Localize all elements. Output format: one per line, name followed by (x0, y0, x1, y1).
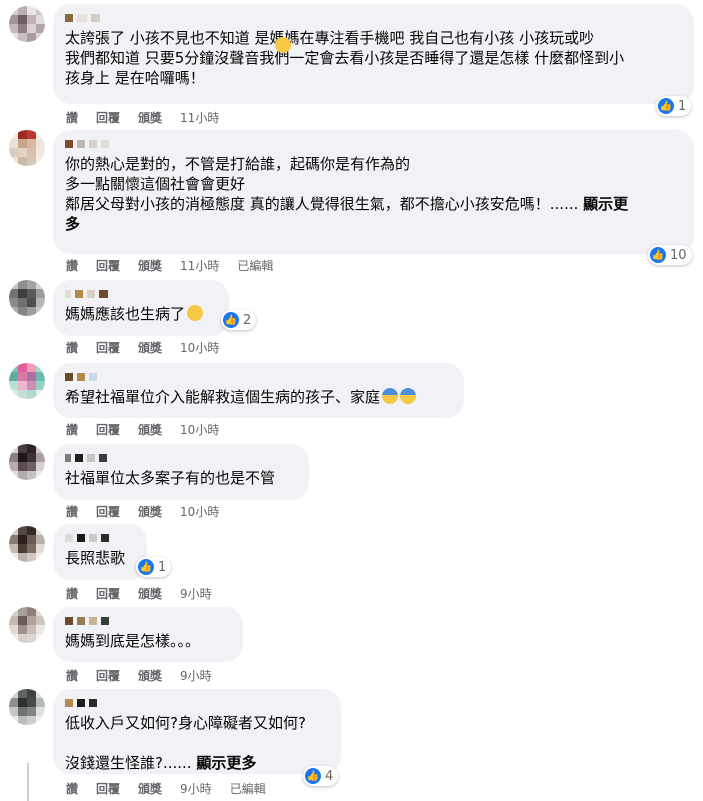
avatar[interactable] (9, 130, 45, 166)
commenter-name[interactable] (65, 12, 682, 24)
avatar[interactable] (9, 607, 45, 643)
award-button[interactable]: 頒獎 (138, 257, 162, 274)
commenter-name[interactable] (65, 615, 231, 627)
edited-label: 已編輯 (237, 259, 274, 273)
reaction-count[interactable]: 👍 1 (656, 96, 692, 116)
reply-button[interactable]: 回覆 (96, 780, 120, 797)
see-more-link[interactable]: 顯示更多 (196, 754, 256, 772)
like-button[interactable]: 讚 (66, 503, 78, 520)
comment-text: 希望社福單位介入能解救這個生病的孩子、家庭 (65, 387, 452, 407)
face-with-hand-over-mouth-icon (275, 37, 291, 53)
thread-line (27, 763, 29, 801)
timestamp[interactable]: 11小時 (180, 257, 219, 274)
timestamp[interactable]: 10小時 (180, 339, 219, 356)
comment-bubble: 太誇張了 小孩不見也不知道 是媽媽在專注看手機吧 我自己也有小孩 小孩玩或吵 我… (53, 4, 694, 104)
reply-button[interactable]: 回覆 (96, 109, 120, 126)
comment-actions: 讚 回覆 頒獎 10小時 (66, 339, 237, 356)
comment-bubble: 媽媽應該也生病了 (53, 280, 229, 336)
timestamp[interactable]: 10小時 (180, 503, 219, 520)
reply-button[interactable]: 回覆 (96, 585, 120, 602)
commenter-name[interactable] (65, 532, 135, 544)
avatar[interactable] (9, 6, 45, 42)
comment-bubble: 希望社福單位介入能解救這個生病的孩子、家庭 (53, 363, 464, 418)
reaction-count[interactable]: 👍 1 (136, 557, 172, 577)
like-button[interactable]: 讚 (66, 780, 78, 797)
award-button[interactable]: 頒獎 (138, 339, 162, 356)
comment-bubble: 你的熱心是對的，不管是打給誰，起碼你是有作為的 多一點關懷這個社會會更好 鄰居父… (53, 130, 694, 254)
award-button[interactable]: 頒獎 (138, 109, 162, 126)
reaction-number: 1 (158, 559, 167, 575)
comment-actions: 讚 回覆 頒獎 10小時 (66, 421, 237, 438)
rolling-eyes-face-icon (187, 305, 204, 321)
timestamp[interactable]: 9小時 (180, 667, 212, 684)
comment-bubble: 社福單位太多案子有的也是不管 (53, 444, 309, 500)
like-button[interactable]: 讚 (66, 109, 78, 126)
reaction-number: 4 (325, 768, 334, 784)
comment-bubble: 媽媽到底是怎樣。。。 (53, 607, 243, 662)
edited-label: 已編輯 (229, 782, 266, 796)
like-button[interactable]: 讚 (66, 257, 78, 274)
like-icon: 👍 (305, 768, 321, 784)
reply-button[interactable]: 回覆 (96, 257, 120, 274)
reply-button[interactable]: 回覆 (96, 503, 120, 520)
comment-text: 太誇張了 小孩不見也不知道 是媽媽在專注看手機吧 我自己也有小孩 小孩玩或吵 我… (65, 29, 625, 87)
comment-bubble: 低收入戶又如何?身心障礙者又如何? 沒錢還生怪誰?...... 顯示更多 (53, 689, 341, 774)
commenter-name[interactable] (65, 288, 217, 300)
comment-text: 長照悲歌 (65, 549, 126, 567)
award-button[interactable]: 頒獎 (138, 421, 162, 438)
avatar[interactable] (9, 280, 45, 316)
timestamp[interactable]: 10小時 (180, 421, 219, 438)
reaction-count[interactable]: 👍 2 (221, 310, 257, 330)
comment-actions: 讚 回覆 頒獎 9小時 (66, 667, 230, 684)
like-button[interactable]: 讚 (66, 421, 78, 438)
timestamp[interactable]: 9小時 (180, 780, 212, 797)
like-icon: 👍 (650, 247, 666, 263)
award-button[interactable]: 頒獎 (138, 667, 162, 684)
reaction-count[interactable]: 👍 10 (648, 245, 692, 265)
avatar[interactable] (9, 363, 45, 399)
anxious-face-with-sweat-icon (382, 388, 399, 404)
like-button[interactable]: 讚 (66, 339, 78, 356)
comment-text: 社福單位太多案子有的也是不管 (65, 469, 276, 487)
reaction-number: 10 (670, 247, 687, 263)
reply-button[interactable]: 回覆 (96, 421, 120, 438)
like-icon: 👍 (658, 98, 674, 114)
award-button[interactable]: 頒獎 (138, 585, 162, 602)
comment-actions: 讚 回覆 頒獎 9小時 已編輯 (66, 780, 284, 797)
award-button[interactable]: 頒獎 (138, 503, 162, 520)
like-button[interactable]: 讚 (66, 585, 78, 602)
avatar[interactable] (9, 689, 45, 725)
comment-text: 你的熱心是對的，不管是打給誰，起碼你是有作為的 多一點關懷這個社會會更好 鄰居父… (65, 155, 629, 233)
comment-actions: 讚 回覆 頒獎 11小時 (66, 109, 237, 126)
reaction-count[interactable]: 👍 4 (303, 766, 339, 786)
reaction-number: 1 (678, 98, 687, 114)
comment-actions: 讚 回覆 頒獎 11小時 已編輯 (66, 257, 291, 274)
commenter-name[interactable] (65, 452, 297, 464)
commenter-name[interactable] (65, 697, 329, 709)
like-icon: 👍 (223, 312, 239, 328)
comment-text: 媽媽到底是怎樣。。。 (65, 632, 201, 650)
timestamp[interactable]: 9小時 (180, 585, 212, 602)
commenter-name[interactable] (65, 138, 682, 150)
like-icon: 👍 (138, 559, 154, 575)
reply-button[interactable]: 回覆 (96, 339, 120, 356)
award-button[interactable]: 頒獎 (138, 780, 162, 797)
timestamp[interactable]: 11小時 (180, 109, 219, 126)
avatar[interactable] (9, 526, 45, 562)
reply-button[interactable]: 回覆 (96, 667, 120, 684)
avatar[interactable] (9, 444, 45, 480)
comment-actions: 讚 回覆 頒獎 10小時 (66, 503, 237, 520)
anxious-face-with-sweat-icon (400, 388, 417, 404)
comment-bubble: 長照悲歌 (53, 524, 147, 580)
reaction-number: 2 (243, 312, 252, 328)
comment-text: 低收入戶又如何?身心障礙者又如何? 沒錢還生怪誰?...... 顯示更多 (65, 714, 306, 772)
commenter-name[interactable] (65, 371, 452, 383)
like-button[interactable]: 讚 (66, 667, 78, 684)
comment-text: 媽媽應該也生病了 (65, 304, 217, 324)
comment-actions: 讚 回覆 頒獎 9小時 (66, 585, 230, 602)
